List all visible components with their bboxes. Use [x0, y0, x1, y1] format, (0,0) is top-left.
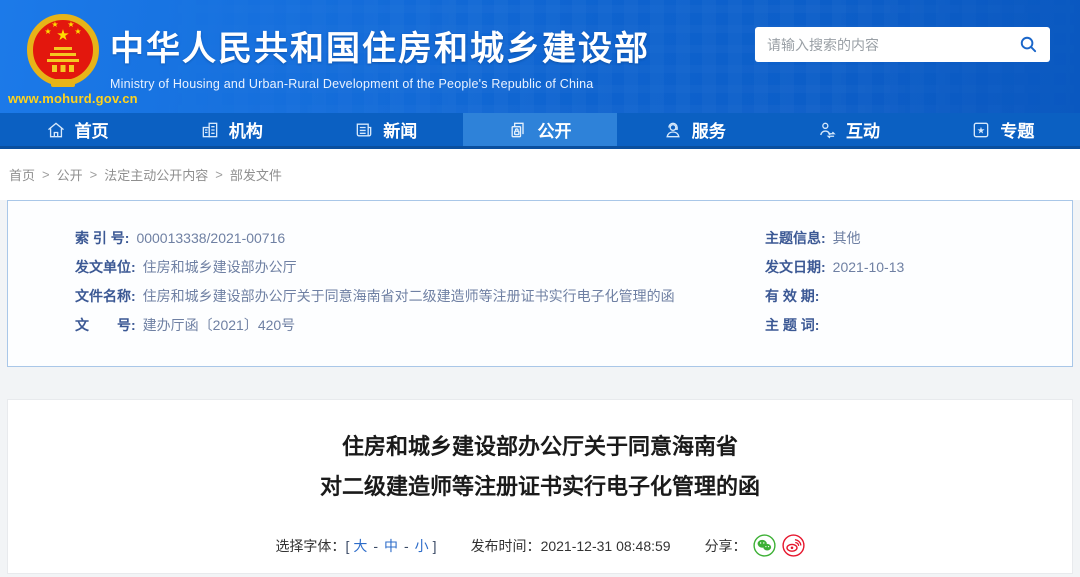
info-label: 有 效 期: — [765, 288, 820, 304]
info-row-keywords: 主 题 词: — [765, 315, 1072, 344]
breadcrumb: 首页 > 公开 > 法定主动公开内容 > 部发文件 — [0, 149, 1080, 200]
document-info-box: 索 引 号: 000013338/2021-00716 发文单位: 住房和城乡建… — [7, 200, 1073, 367]
info-row-document-number: 文 号: 建办厅函〔2021〕420号 — [75, 315, 765, 344]
breadcrumb-current: 部发文件 — [229, 168, 282, 183]
nav-item-service[interactable]: 服务 — [617, 113, 771, 146]
breadcrumb-separator: > — [42, 167, 50, 182]
breadcrumb-statutory-content[interactable]: 法定主动公开内容 — [104, 165, 208, 184]
disclosure-icon — [508, 120, 528, 140]
breadcrumb-home[interactable]: 首页 — [9, 165, 35, 184]
font-size-label: 选择字体： — [275, 537, 346, 554]
breadcrumb-separator: > — [89, 167, 98, 182]
article-meta-row: 选择字体： [ 大 - 中 - 小 ] 发布时间： 2021-12-31 08:… — [8, 534, 1072, 557]
info-value: 2021-10-13 — [832, 259, 905, 275]
search-box[interactable] — [755, 27, 1050, 62]
site-header: ★ ★ ★ ★ ★ www.mohurd.gov.cn 中华人民共和国住房和城乡… — [0, 0, 1080, 113]
info-row-file-name: 文件名称: 住房和城乡建设部办公厅关于同意海南省对二级建造师等注册证书实行电子化… — [75, 286, 765, 315]
info-label: 主 题 词: — [765, 317, 820, 333]
nav-item-interaction[interactable]: 互动 — [771, 113, 925, 146]
nav-label: 专题 — [1000, 122, 1035, 141]
font-size-dash: - — [373, 537, 378, 554]
svg-text:★: ★ — [56, 27, 69, 44]
info-row-issue-date: 发文日期: 2021-10-13 — [765, 257, 1072, 286]
breadcrumb-separator: > — [215, 167, 223, 182]
nav-item-topics[interactable]: ★ 专题 — [926, 113, 1080, 146]
wechat-share-icon[interactable] — [752, 534, 776, 557]
publish-time-value: 2021-12-31 08:48:59 — [540, 537, 671, 554]
breadcrumb-disclosure[interactable]: 公开 — [57, 165, 83, 184]
info-value: 住房和城乡建设部办公厅 — [142, 259, 297, 275]
nav-label: 首页 — [74, 122, 109, 141]
article-title-line1: 住房和城乡建设部办公厅关于同意海南省 — [341, 434, 738, 459]
site-title: 中华人民共和国住房和城乡建设部 — [110, 30, 650, 68]
nav-item-organization[interactable]: 机构 — [154, 113, 308, 146]
font-size-medium[interactable]: 中 — [384, 536, 398, 556]
svg-text:★: ★ — [51, 20, 58, 29]
publish-time-group: 发布时间： 2021-12-31 08:48:59 — [471, 536, 671, 556]
info-row-topic-info: 主题信息: 其他 — [765, 228, 1072, 257]
article-title-line2: 对二级建造师等注册证书实行电子化管理的函 — [319, 474, 760, 499]
home-icon — [46, 120, 66, 140]
nav-label: 新闻 — [383, 122, 418, 141]
search-input[interactable] — [767, 36, 1019, 53]
bracket-close: ] — [432, 537, 437, 554]
info-row-validity: 有 效 期: — [765, 286, 1072, 315]
share-label: 分享： — [704, 537, 747, 554]
info-value: 000013338/2021-00716 — [136, 230, 286, 246]
info-value: 住房和城乡建设部办公厅关于同意海南省对二级建造师等注册证书实行电子化管理的函 — [142, 288, 675, 304]
info-row-issuing-unit: 发文单位: 住房和城乡建设部办公厅 — [75, 257, 765, 286]
interaction-icon — [817, 120, 837, 140]
main-nav: 首页 机构 新闻 公开 服务 互动 ★ 专题 — [0, 113, 1080, 149]
info-label: 索 引 号: — [75, 230, 130, 246]
bracket-open: [ — [345, 537, 350, 554]
national-emblem-icon: ★ ★ ★ ★ ★ — [27, 13, 99, 91]
svg-text:★: ★ — [977, 125, 985, 135]
nav-label: 互动 — [846, 122, 881, 141]
info-label: 文件名称: — [75, 288, 136, 304]
info-label: 主题信息: — [765, 230, 826, 246]
info-label: 文 号: — [75, 317, 136, 333]
info-value: 建办厅函〔2021〕420号 — [142, 317, 296, 333]
font-size-dash: - — [404, 537, 409, 554]
info-value: 其他 — [832, 230, 861, 246]
info-label: 发文日期: — [765, 259, 826, 275]
share-group: 分享： — [705, 534, 805, 557]
nav-label: 机构 — [228, 122, 263, 141]
nav-label: 公开 — [537, 122, 572, 141]
nav-item-disclosure[interactable]: 公开 — [462, 113, 618, 146]
service-icon — [663, 120, 683, 140]
info-label: 发文单位: — [75, 259, 136, 275]
font-size-picker: 选择字体： [ 大 - 中 - 小 ] — [275, 536, 436, 556]
organization-icon — [200, 120, 220, 140]
nav-item-home[interactable]: 首页 — [0, 113, 154, 146]
font-size-small[interactable]: 小 — [415, 536, 429, 556]
publish-time-label: 发布时间： — [470, 537, 541, 554]
svg-text:★: ★ — [74, 27, 81, 36]
font-size-large[interactable]: 大 — [353, 536, 367, 556]
nav-item-news[interactable]: 新闻 — [309, 113, 463, 146]
topics-icon: ★ — [971, 120, 991, 140]
site-url: www.mohurd.gov.cn — [8, 91, 138, 106]
article-box: 住房和城乡建设部办公厅关于同意海南省 对二级建造师等注册证书实行电子化管理的函 … — [7, 399, 1073, 574]
weibo-share-icon[interactable] — [781, 534, 805, 557]
info-row-index-number: 索 引 号: 000013338/2021-00716 — [75, 228, 765, 257]
site-subtitle: Ministry of Housing and Urban-Rural Deve… — [110, 77, 594, 91]
search-icon[interactable] — [1019, 35, 1038, 54]
nav-label: 服务 — [691, 122, 726, 141]
news-icon — [354, 120, 374, 140]
